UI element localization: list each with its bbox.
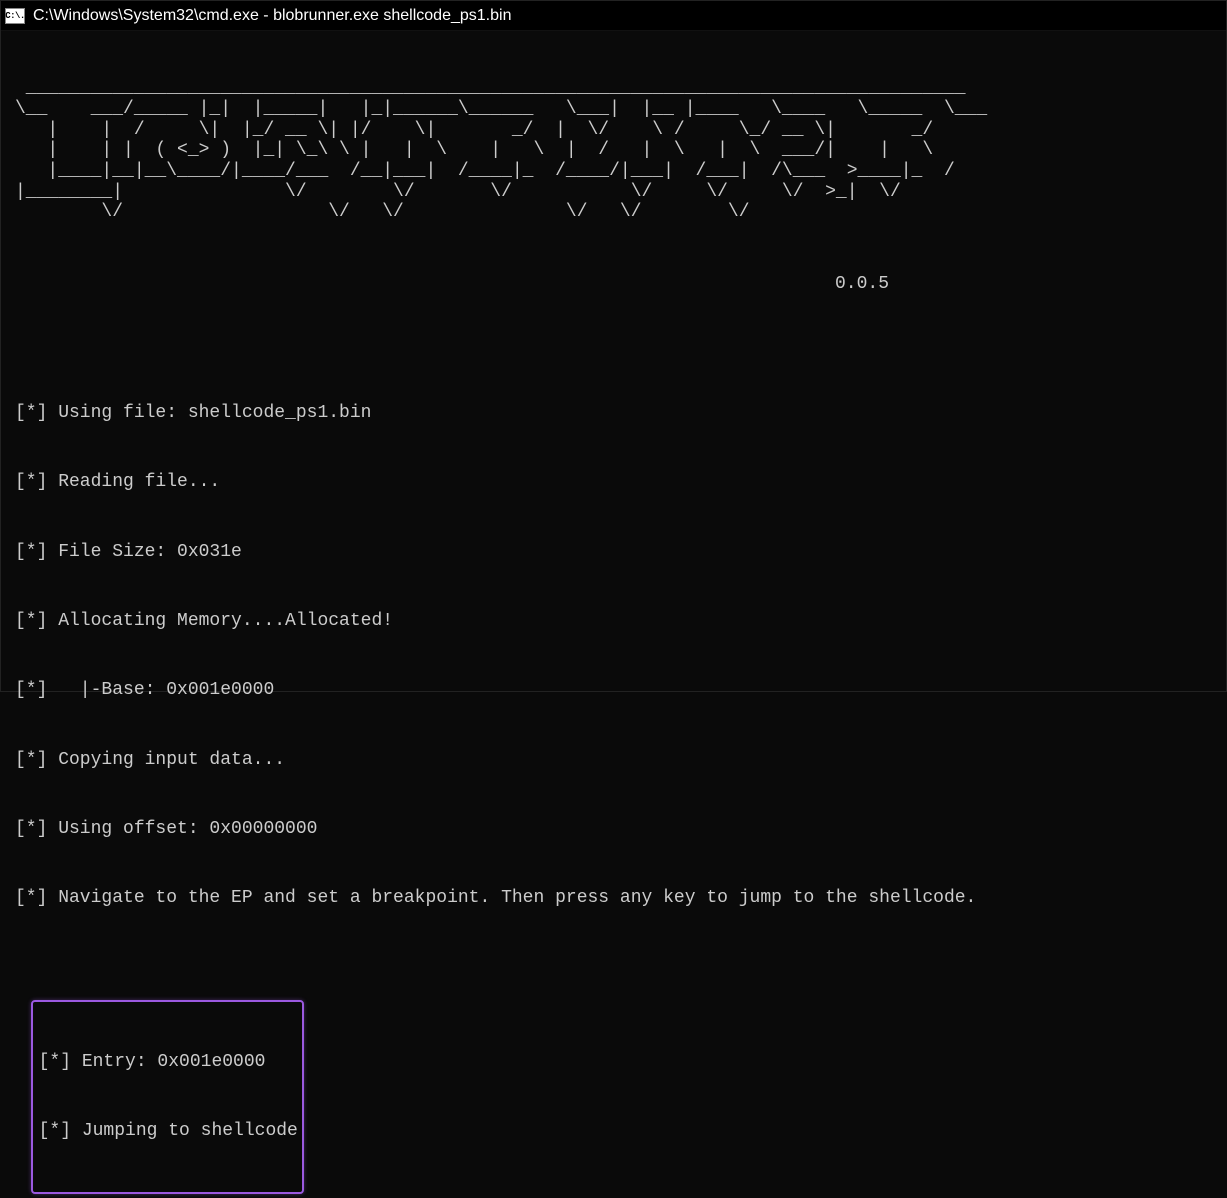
cmd-icon: C:\. (5, 8, 25, 24)
output-line: [*] Using file: shellcode_ps1.bin (15, 400, 1212, 426)
output-line-jumping: [*] Jumping to shellcode (33, 1118, 298, 1144)
output-line: [*] |-Base: 0x001e0000 (15, 677, 1212, 703)
output-line: [*] Reading file... (15, 469, 1212, 495)
output-line: [*] Using offset: 0x00000000 (15, 816, 1212, 842)
output-line-entry: [*] Entry: 0x001e0000 (33, 1049, 298, 1075)
window-titlebar[interactable]: C:\. C:\Windows\System32\cmd.exe - blobr… (1, 1, 1226, 31)
window-title: C:\Windows\System32\cmd.exe - blobrunner… (33, 7, 511, 25)
highlight-annotation: [*] Entry: 0x001e0000 [*] Jumping to she… (31, 1000, 304, 1194)
output-line: [*] Copying input data... (15, 747, 1212, 773)
output-line: [*] Navigate to the EP and set a breakpo… (15, 885, 1212, 911)
output-block: [*] Using file: shellcode_ps1.bin [*] Re… (15, 357, 1212, 954)
output-line: [*] Allocating Memory....Allocated! (15, 608, 1212, 634)
output-line: [*] File Size: 0x031e (15, 539, 1212, 565)
ascii-banner: ________________________________________… (15, 78, 1212, 223)
version-text: 0.0.5 (15, 274, 1212, 296)
terminal-output: ________________________________________… (1, 31, 1226, 1198)
